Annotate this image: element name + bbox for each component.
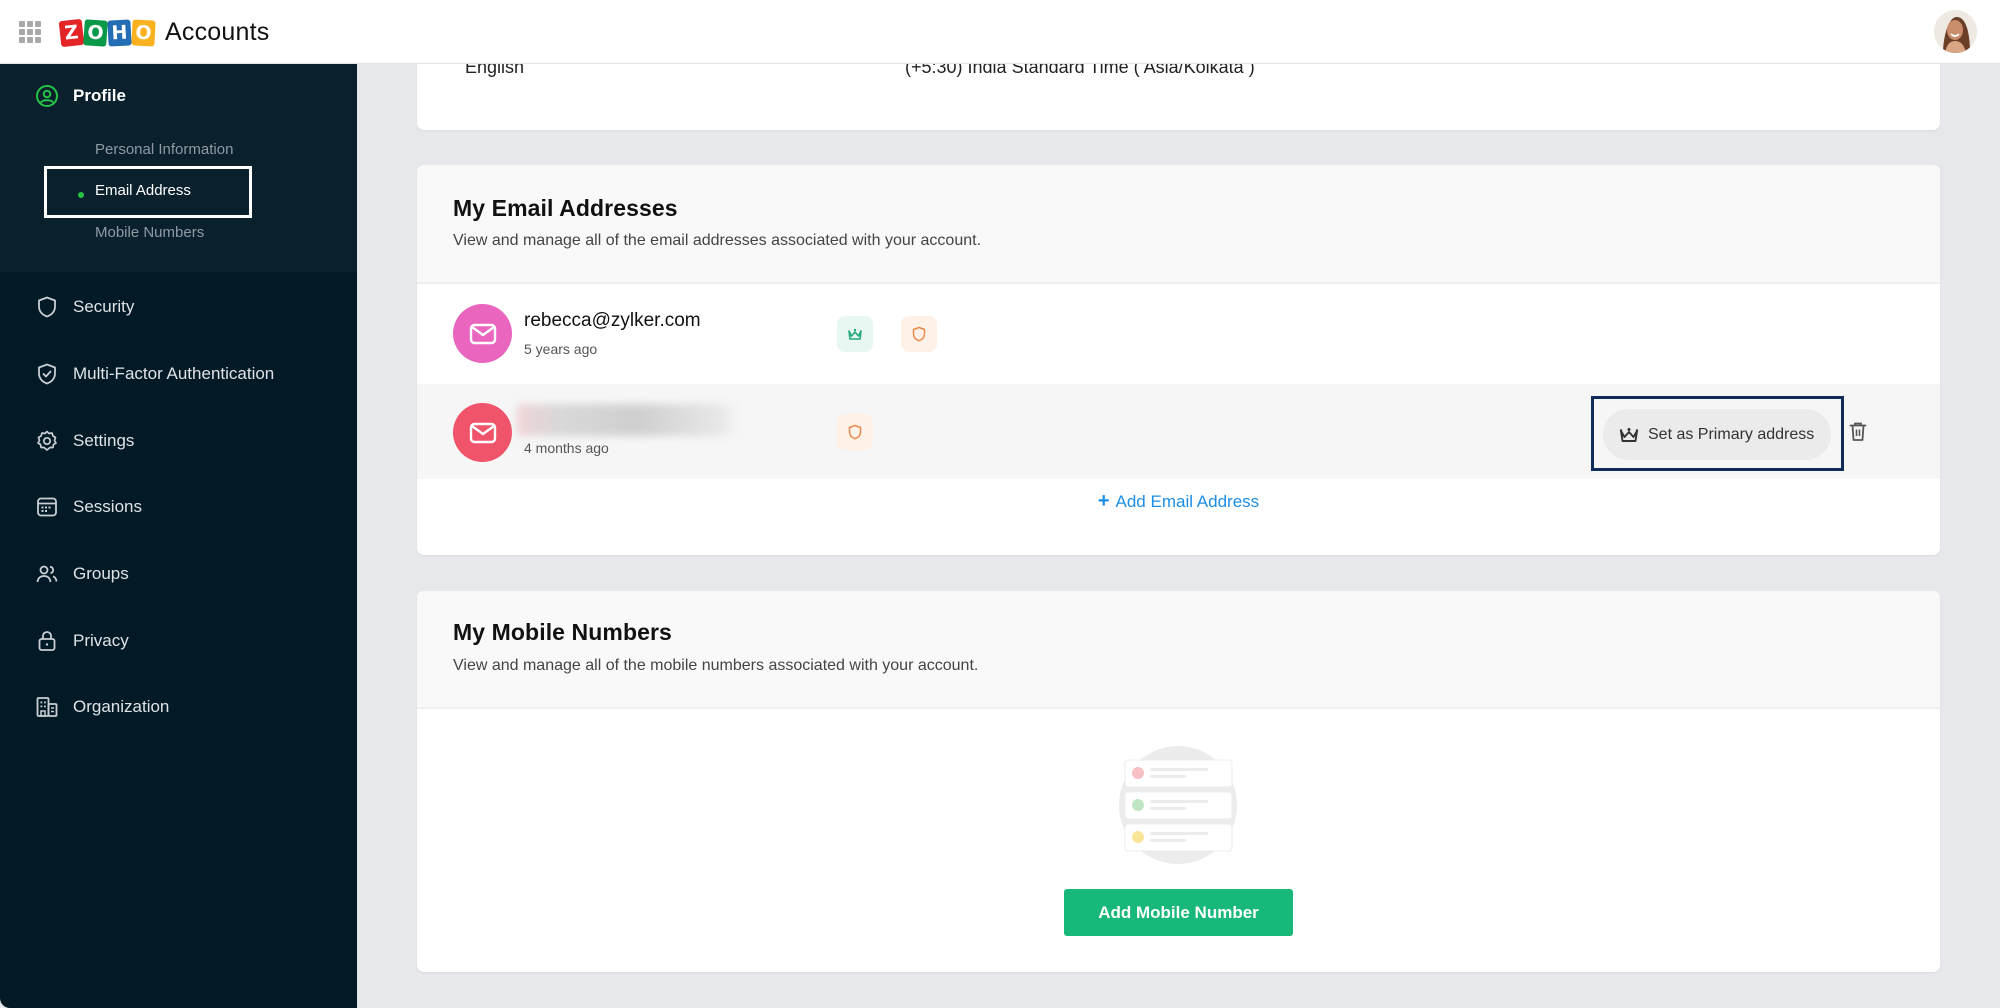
email-added-time: 5 years ago: [524, 341, 597, 357]
card-header: My Mobile Numbers View and manage all of…: [417, 591, 1940, 709]
link-label: Add Email Address: [1116, 492, 1260, 511]
sidebar: Profile Personal Information Email Addre…: [0, 64, 357, 1008]
verified-badge: [901, 316, 937, 352]
add-email-address-link[interactable]: + Add Email Address: [417, 490, 1940, 513]
verified-badge: [837, 414, 873, 450]
shield-icon: [848, 424, 862, 440]
email-avatar: [453, 304, 512, 363]
empty-state-illustration: [1118, 745, 1238, 865]
sidebar-item-security[interactable]: Security: [35, 295, 134, 319]
gear-icon: [35, 429, 59, 453]
email-address: rebecca@zylker.com: [524, 310, 701, 332]
primary-badge: [837, 316, 873, 352]
email-avatar: [453, 403, 512, 462]
envelope-icon: [469, 422, 497, 444]
set-primary-address-button[interactable]: Set as Primary address: [1603, 409, 1831, 460]
sidebar-subitem-mobile-numbers[interactable]: Mobile Numbers: [95, 224, 204, 241]
plus-icon: +: [1098, 490, 1110, 512]
sidebar-item-settings[interactable]: Settings: [35, 429, 134, 453]
logo-letter: O: [83, 19, 108, 47]
app-grid-icon[interactable]: [19, 21, 41, 43]
logo-letter: O: [131, 19, 155, 46]
blurred-email-address: [517, 404, 737, 436]
selection-highlight-box: [44, 166, 252, 218]
zoho-logo[interactable]: Z O H O Accounts: [60, 18, 269, 47]
app-title: Accounts: [165, 18, 269, 47]
button-label: Set as Primary address: [1648, 426, 1814, 444]
card-header: My Email Addresses View and manage all o…: [417, 165, 1940, 284]
sidebar-item-label: Sessions: [73, 497, 142, 517]
sidebar-item-organization[interactable]: Organization: [35, 695, 169, 719]
sidebar-item-sessions[interactable]: Sessions: [35, 495, 142, 519]
shield-icon: [912, 326, 926, 342]
crown-icon: [1619, 426, 1639, 443]
section-description: View and manage all of the email address…: [453, 232, 981, 250]
sidebar-item-label: Profile: [73, 86, 126, 106]
trash-icon: [1849, 421, 1867, 442]
users-icon: [35, 562, 59, 586]
user-circle-icon: [35, 84, 59, 108]
section-description: View and manage all of the mobile number…: [453, 657, 978, 675]
building-icon: [35, 695, 59, 719]
user-avatar[interactable]: [1934, 10, 1977, 53]
delete-email-button[interactable]: [1849, 421, 1867, 447]
sidebar-item-label: Security: [73, 297, 134, 317]
email-list-item[interactable]: rebecca@zylker.com 5 years ago: [417, 285, 1940, 380]
crown-icon: [847, 327, 863, 341]
mobile-numbers-card: My Mobile Numbers View and manage all of…: [417, 591, 1940, 972]
sidebar-item-label: Settings: [73, 431, 134, 451]
sidebar-item-label: Groups: [73, 564, 129, 584]
add-mobile-number-button[interactable]: Add Mobile Number: [1064, 889, 1293, 936]
shield-check-icon: [35, 362, 59, 386]
calendar-icon: [35, 495, 59, 519]
section-title: My Email Addresses: [453, 195, 678, 222]
email-addresses-card: My Email Addresses View and manage all o…: [417, 165, 1940, 555]
user-photo-icon: [1934, 10, 1977, 53]
email-list-item[interactable]: 4 months ago Set as Primary address: [417, 384, 1940, 479]
top-bar: Z O H O Accounts: [0, 0, 2000, 64]
shield-icon: [35, 295, 59, 319]
sidebar-item-label: Multi-Factor Authentication: [73, 364, 274, 384]
sidebar-item-profile[interactable]: Profile: [35, 84, 126, 108]
sidebar-item-label: Privacy: [73, 631, 129, 651]
sidebar-item-groups[interactable]: Groups: [35, 562, 129, 586]
section-title: My Mobile Numbers: [453, 619, 672, 646]
profile-group: Profile Personal Information Email Addre…: [0, 64, 357, 272]
lock-icon: [35, 629, 59, 653]
envelope-icon: [469, 323, 497, 345]
sidebar-item-label: Organization: [73, 697, 169, 717]
sidebar-item-privacy[interactable]: Privacy: [35, 629, 129, 653]
logo-letter: H: [107, 19, 131, 46]
logo-letter: Z: [59, 18, 85, 46]
sidebar-item-multi-factor-authentication[interactable]: Multi-Factor Authentication: [35, 362, 274, 386]
email-added-time: 4 months ago: [524, 440, 609, 456]
sidebar-subitem-personal-information[interactable]: Personal Information: [95, 141, 233, 158]
